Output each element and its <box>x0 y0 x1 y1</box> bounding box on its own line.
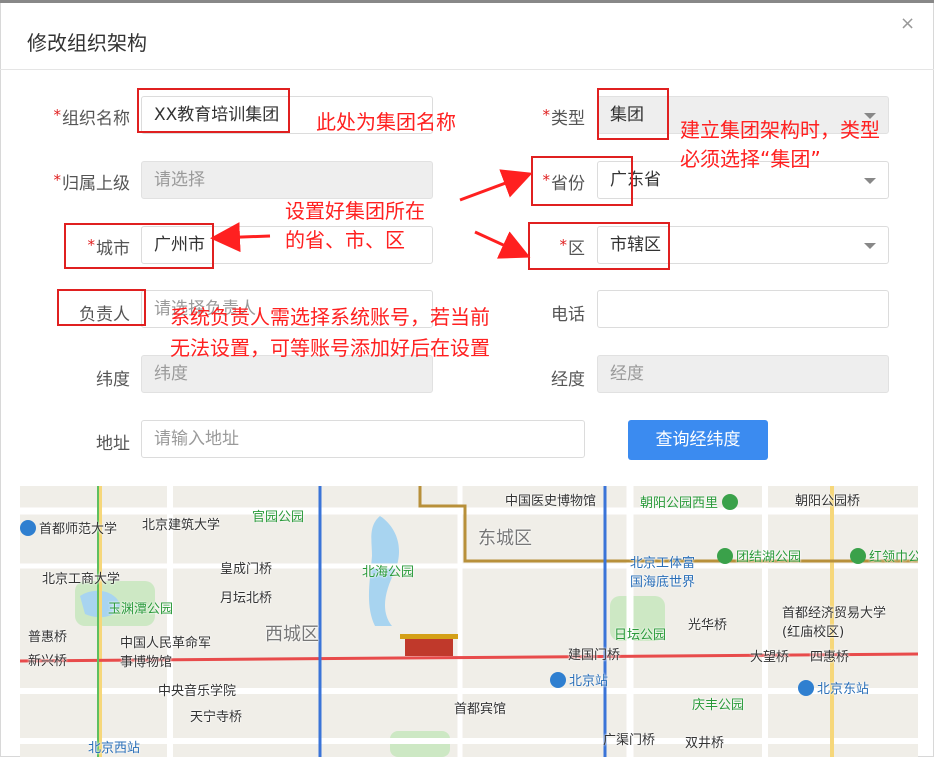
park-icon <box>850 548 866 564</box>
map-poi: 皇成门桥 <box>220 562 273 577</box>
map-poi: 团结湖公园 <box>717 546 801 565</box>
tiananmen-roof <box>400 634 458 639</box>
map-poi: 红领巾公园 <box>850 546 918 565</box>
arrow-to-district <box>474 230 531 259</box>
map-poi: 光华桥 <box>688 618 728 633</box>
map-poi: 北京西站 <box>88 741 141 756</box>
map-poi: 建国门桥 <box>568 648 621 663</box>
district-label: 东城区 <box>478 528 532 549</box>
arrow-to-city <box>210 222 271 253</box>
tiananmen-icon <box>405 638 453 656</box>
map-poi: 北京东站 <box>798 678 869 697</box>
district-label: 西城区 <box>265 624 319 645</box>
map-poi: 新兴桥 <box>28 654 68 669</box>
school-icon <box>20 520 36 536</box>
map-poi: 中央音乐学院 <box>158 684 237 699</box>
map-poi: 官园公园 <box>252 510 305 525</box>
park-icon <box>717 548 733 564</box>
map-poi: 月坛北桥 <box>220 591 273 606</box>
map-poi: 北京站 <box>550 670 608 689</box>
map-poi: 北京工商大学 <box>42 572 121 587</box>
map-poi: 广渠门桥 <box>603 733 656 748</box>
map-poi: 四惠桥 <box>810 650 850 665</box>
map-poi: 北京建筑大学 <box>142 518 221 533</box>
map-poi: 普惠桥 <box>28 630 68 645</box>
map-poi: 玉渊潭公园 <box>108 602 174 617</box>
map-poi: 首都经济贸易大学(红庙校区) <box>782 606 887 640</box>
map-view[interactable]: 东城区 西城区 中国医史博物馆 朝阳公园西里 朝阳公园桥 首都师范大学 北京建筑… <box>20 486 918 757</box>
arrow-to-province <box>459 169 533 202</box>
map-poi: 日坛公园 <box>614 628 667 643</box>
annotation-arrows <box>210 169 533 259</box>
map-poi: 大望桥 <box>750 650 790 665</box>
map-poi: 天宁寺桥 <box>190 710 243 725</box>
map-poi: 中国人民革命军事博物馆 <box>120 636 212 670</box>
map-poi: 北海公园 <box>362 565 415 580</box>
map-poi: 双井桥 <box>685 736 725 751</box>
edit-org-dialog: 修改组织架构 × *组织名称 XX教育培训集团 *类型 集团 *归属上级 请选择… <box>0 0 934 757</box>
map-poi: 首都宾馆 <box>454 702 507 717</box>
train-station-icon <box>550 672 566 688</box>
map-poi: 首都师范大学 <box>20 518 117 537</box>
train-station-icon <box>798 680 814 696</box>
map-poi: 庆丰公园 <box>692 698 745 713</box>
map-poi: 北京工体富国海底世界 <box>630 556 696 590</box>
